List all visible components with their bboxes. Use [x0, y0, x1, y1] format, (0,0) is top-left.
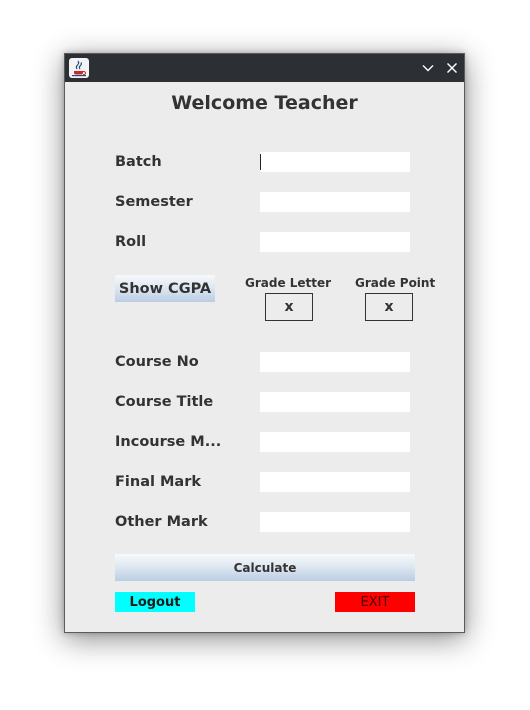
teacher-window: Welcome Teacher Batch Semester Roll Show… [64, 53, 465, 633]
other-mark-field[interactable] [260, 512, 410, 532]
java-cup-icon [69, 58, 89, 78]
exit-button[interactable]: EXIT [335, 592, 415, 612]
incourse-mark-label: Incourse M... [115, 434, 222, 450]
other-mark-label: Other Mark [115, 514, 208, 530]
batch-field[interactable] [260, 152, 410, 172]
grade-letter-label: Grade Letter [245, 276, 332, 290]
close-button[interactable] [442, 58, 462, 78]
course-title-field[interactable] [260, 392, 410, 412]
semester-field[interactable] [260, 192, 410, 212]
show-cgpa-button[interactable]: Show CGPA [115, 275, 215, 302]
grade-point-value: x [365, 293, 413, 321]
title-bar[interactable] [65, 54, 464, 82]
text-caret [260, 154, 261, 170]
close-icon [447, 63, 457, 73]
roll-field[interactable] [260, 232, 410, 252]
grade-point-label: Grade Point [355, 276, 436, 290]
calculate-button[interactable]: Calculate [115, 554, 415, 581]
chevron-down-icon [422, 65, 434, 72]
final-mark-field[interactable] [260, 472, 410, 492]
course-title-label: Course Title [115, 394, 214, 410]
incourse-mark-field[interactable] [260, 432, 410, 452]
grade-letter-value: x [265, 293, 313, 321]
page-title: Welcome Teacher [171, 92, 358, 114]
roll-label: Roll [115, 234, 147, 250]
batch-label: Batch [115, 154, 162, 170]
course-no-field[interactable] [260, 352, 410, 372]
course-no-label: Course No [115, 354, 199, 370]
minimize-button[interactable] [418, 58, 438, 78]
semester-label: Semester [115, 194, 193, 210]
logout-button[interactable]: Logout [115, 592, 195, 612]
final-mark-label: Final Mark [115, 474, 202, 490]
